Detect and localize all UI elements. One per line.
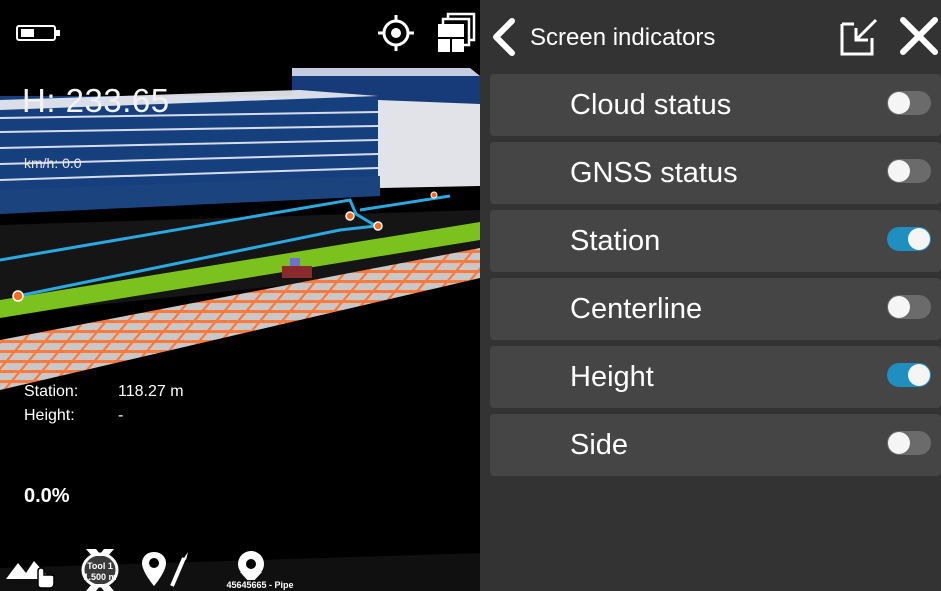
tool-name: Tool 1: [87, 561, 113, 571]
panel-title: Screen indicators: [530, 24, 716, 51]
indicator-row-side[interactable]: Side: [490, 414, 941, 476]
indicator-row-station[interactable]: Station: [490, 210, 941, 272]
pipe-icon: [238, 551, 264, 580]
tool-button[interactable]: Tool 1 1.500 m: [76, 547, 124, 591]
terrain-icon[interactable]: [6, 553, 58, 589]
building-far-roof: [292, 68, 480, 76]
cloud-status-toggle[interactable]: [887, 91, 931, 115]
indicator-label: GNSS status: [570, 157, 738, 189]
target-icon[interactable]: [376, 13, 416, 53]
indicator-list: Cloud status GNSS status Station Centerl…: [490, 74, 941, 482]
indicator-label: Height: [570, 361, 654, 393]
building-side: [378, 100, 480, 188]
side-toggle[interactable]: [887, 431, 931, 455]
pipe-button[interactable]: 45645665 - Pipe: [210, 548, 310, 591]
height-readout: H: 233.65: [22, 82, 170, 119]
height-value: -: [118, 407, 124, 424]
pipe-label: 45645665 - Pipe: [226, 580, 294, 590]
indicator-row-gnss-status[interactable]: GNSS status: [490, 142, 941, 204]
toggle-knob: [888, 160, 910, 182]
station-label: Station:: [24, 383, 79, 400]
route-icon[interactable]: [140, 550, 190, 588]
screen-indicators-panel: Screen indicators Cloud status GNSS stat…: [480, 0, 941, 591]
height-label: Height:: [24, 407, 75, 424]
tool-size: 1.500 m: [83, 572, 117, 582]
minimize-icon[interactable]: [838, 14, 882, 58]
battery-icon: [16, 25, 60, 41]
toggle-knob: [888, 92, 910, 114]
indicator-label: Station: [570, 225, 661, 257]
indicator-label: Side: [570, 429, 629, 461]
indicator-label: Cloud status: [570, 89, 732, 121]
station-value: 118.27 m: [118, 383, 184, 400]
indicator-row-cloud-status[interactable]: Cloud status: [490, 74, 941, 136]
height-toggle[interactable]: [887, 363, 931, 387]
toggle-knob: [888, 432, 910, 454]
panel-header: Screen indicators: [480, 0, 941, 72]
station-toggle[interactable]: [887, 227, 931, 251]
close-icon[interactable]: [898, 14, 940, 58]
toggle-knob: [908, 228, 930, 250]
layers-icon[interactable]: [436, 12, 476, 54]
3d-viewport[interactable]: H: 233.65 km/h: 0.0 Station: 118.27 m Hei…: [0, 0, 480, 591]
centerline-toggle[interactable]: [887, 295, 931, 319]
indicator-label: Centerline: [570, 293, 703, 325]
toggle-knob: [888, 296, 910, 318]
station-info: Station: 118.27 m: [24, 383, 184, 401]
chevron-left-icon[interactable]: [488, 17, 520, 57]
progress-readout: 0.0%: [24, 485, 70, 507]
height-info: Height: -: [24, 407, 123, 425]
indicator-row-height[interactable]: Height: [490, 346, 941, 408]
speed-readout: km/h: 0.0: [24, 155, 82, 171]
indicator-row-centerline[interactable]: Centerline: [490, 278, 941, 340]
gnss-status-toggle[interactable]: [887, 159, 931, 183]
toggle-knob: [908, 364, 930, 386]
